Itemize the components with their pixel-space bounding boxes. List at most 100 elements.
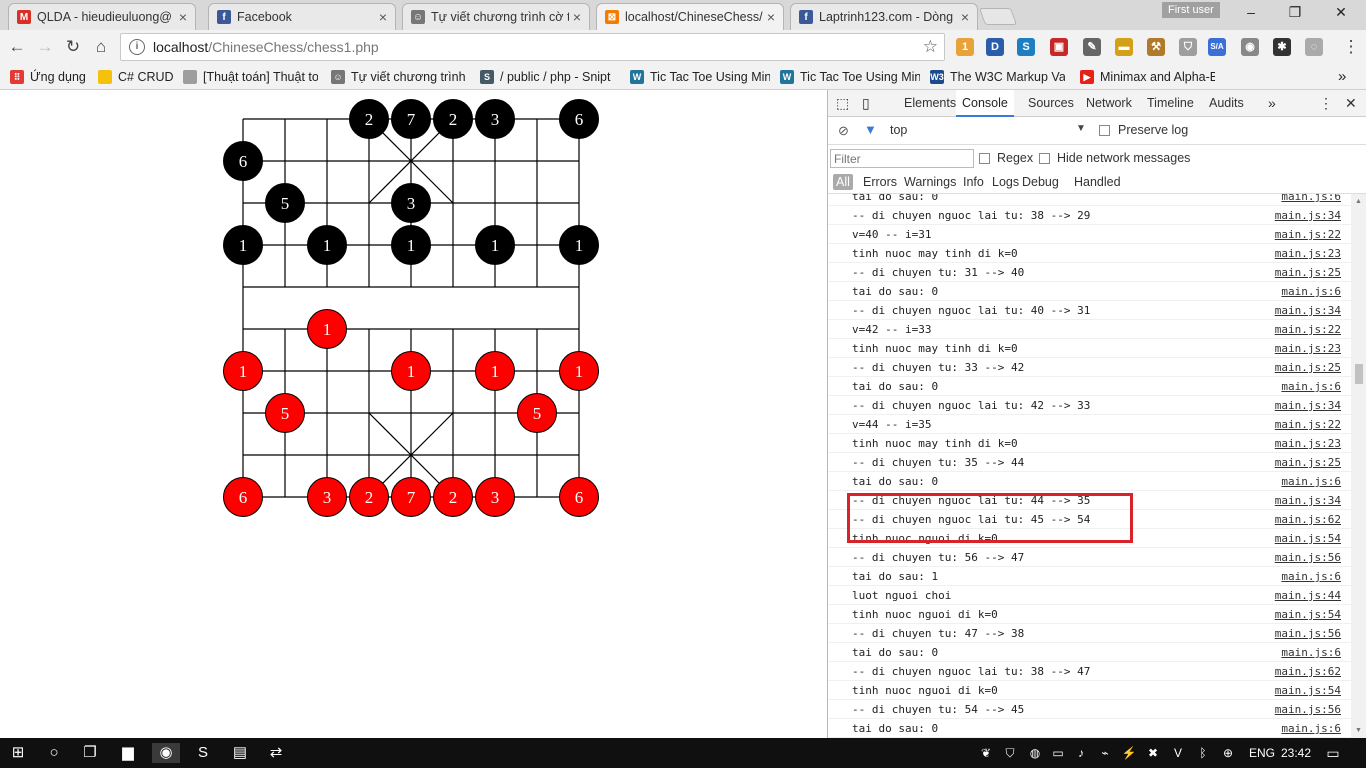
- console-source-link[interactable]: main.js:6: [1281, 377, 1341, 396]
- app-icon[interactable]: ▤: [230, 743, 250, 763]
- close-tab-icon[interactable]: ×: [573, 9, 581, 25]
- red-piece[interactable]: 6: [223, 477, 263, 517]
- scroll-up-icon[interactable]: ▲: [1355, 198, 1362, 205]
- skype-icon[interactable]: S: [193, 743, 213, 763]
- console-source-link[interactable]: main.js:6: [1281, 472, 1341, 491]
- black-piece[interactable]: 3: [391, 183, 431, 223]
- forward-button[interactable]: →: [34, 36, 56, 58]
- level-debug[interactable]: Debug: [1022, 175, 1059, 189]
- notification-center-icon[interactable]: ▭: [1325, 745, 1341, 761]
- console-source-link[interactable]: main.js:62: [1275, 510, 1341, 529]
- level-logs[interactable]: Logs: [992, 175, 1019, 189]
- red-piece[interactable]: 7: [391, 477, 431, 517]
- close-tab-icon[interactable]: ×: [767, 9, 775, 25]
- context-dropdown-icon[interactable]: ▼: [1076, 123, 1086, 134]
- console-source-link[interactable]: main.js:62: [1275, 662, 1341, 681]
- ext-ruler-icon[interactable]: ▬: [1115, 38, 1133, 56]
- console-source-link[interactable]: main.js:44: [1275, 586, 1341, 605]
- console-source-link[interactable]: main.js:54: [1275, 605, 1341, 624]
- tray-globe-icon[interactable]: ⊕: [1220, 745, 1236, 761]
- filter-icon[interactable]: ▼: [864, 122, 877, 137]
- black-piece[interactable]: 6: [559, 99, 599, 139]
- black-piece[interactable]: 7: [391, 99, 431, 139]
- console-source-link[interactable]: main.js:6: [1281, 567, 1341, 586]
- chrome-menu-icon[interactable]: ⋮: [1340, 36, 1362, 58]
- console-source-link[interactable]: main.js:34: [1275, 301, 1341, 320]
- devtools-more-tabs[interactable]: »: [1268, 90, 1276, 117]
- console-source-link[interactable]: main.js:34: [1275, 396, 1341, 415]
- address-bar[interactable]: i localhost/ChineseChess/chess1.php ☆: [120, 33, 945, 61]
- close-tab-icon[interactable]: ×: [379, 9, 387, 25]
- context-selector[interactable]: top: [890, 123, 907, 137]
- level-warnings[interactable]: Warnings: [904, 175, 956, 189]
- ext-hammer-icon[interactable]: ⚒: [1147, 38, 1165, 56]
- ext-d-icon[interactable]: D: [986, 38, 1004, 56]
- red-piece[interactable]: 5: [517, 393, 557, 433]
- black-piece[interactable]: 1: [475, 225, 515, 265]
- browser-tab[interactable]: ⊠ localhost/ChineseChess/ ×: [596, 3, 784, 30]
- red-piece[interactable]: 3: [307, 477, 347, 517]
- browser-tab[interactable]: f Laptrinh123.com - Dòng ×: [790, 3, 978, 30]
- console-source-link[interactable]: main.js:22: [1275, 320, 1341, 339]
- level-info[interactable]: Info: [963, 175, 984, 189]
- console-source-link[interactable]: main.js:25: [1275, 263, 1341, 282]
- scroll-down-icon[interactable]: ▼: [1355, 727, 1362, 734]
- red-piece[interactable]: 1: [559, 351, 599, 391]
- console-source-link[interactable]: main.js:56: [1275, 624, 1341, 643]
- console-source-link[interactable]: main.js:54: [1275, 681, 1341, 700]
- red-piece[interactable]: 2: [433, 477, 473, 517]
- bookmark-item[interactable]: W3 The W3C Markup Vali: [930, 68, 1065, 86]
- console-source-link[interactable]: main.js:56: [1275, 548, 1341, 567]
- level-errors[interactable]: Errors: [863, 175, 897, 189]
- black-piece[interactable]: 1: [307, 225, 347, 265]
- tray-network-icon[interactable]: ⌁: [1097, 745, 1113, 761]
- reload-button[interactable]: ↻: [62, 36, 84, 58]
- black-piece[interactable]: 2: [433, 99, 473, 139]
- close-tab-icon[interactable]: ×: [179, 9, 187, 25]
- ext-puzzle-icon[interactable]: ✱: [1273, 38, 1291, 56]
- more-bookmarks-button[interactable]: »: [1338, 67, 1346, 85]
- devtools-tab-network[interactable]: Network: [1086, 90, 1132, 117]
- console-source-link[interactable]: main.js:22: [1275, 415, 1341, 434]
- console-scrollbar[interactable]: ▲ ▼: [1351, 194, 1366, 738]
- maximize-button[interactable]: ❐: [1280, 4, 1310, 24]
- ext-sa-icon[interactable]: S/A: [1208, 38, 1226, 56]
- clear-console-icon[interactable]: ⊘: [838, 123, 849, 139]
- level-handled[interactable]: Handled: [1074, 175, 1121, 189]
- red-piece[interactable]: 1: [391, 351, 431, 391]
- close-window-button[interactable]: ✕: [1326, 4, 1356, 24]
- devtools-menu-icon[interactable]: ⋮: [1319, 90, 1333, 117]
- new-tab-button[interactable]: [978, 8, 1018, 25]
- tray-shield-icon[interactable]: ⛉: [1002, 745, 1018, 761]
- task-view-icon[interactable]: ❐: [80, 743, 100, 763]
- bookmark-item[interactable]: ☺ Tự viết chương trình c: [331, 68, 466, 86]
- windows-start-icon[interactable]: ⊞: [8, 743, 28, 763]
- teamviewer-icon[interactable]: ⇄: [266, 743, 286, 763]
- devtools-close-icon[interactable]: ✕: [1345, 90, 1357, 117]
- red-piece[interactable]: 1: [475, 351, 515, 391]
- profile-button[interactable]: First user: [1162, 2, 1220, 18]
- bookmark-star-icon[interactable]: ☆: [923, 37, 938, 57]
- console-source-link[interactable]: main.js:34: [1275, 491, 1341, 510]
- cortana-icon[interactable]: ○: [44, 743, 64, 763]
- regex-checkbox[interactable]: [979, 153, 990, 164]
- console-source-link[interactable]: main.js:6: [1281, 719, 1341, 738]
- minimize-button[interactable]: –: [1236, 4, 1266, 24]
- devtools-tab-sources[interactable]: Sources: [1028, 90, 1074, 117]
- console-source-link[interactable]: main.js:22: [1275, 225, 1341, 244]
- black-piece[interactable]: 5: [265, 183, 305, 223]
- black-piece[interactable]: 1: [391, 225, 431, 265]
- site-info-icon[interactable]: i: [129, 39, 145, 55]
- ext-globe-icon[interactable]: ◉: [1241, 38, 1259, 56]
- devtools-tab-audits[interactable]: Audits: [1209, 90, 1244, 117]
- black-piece[interactable]: 3: [475, 99, 515, 139]
- red-piece[interactable]: 1: [307, 309, 347, 349]
- bookmark-item[interactable]: [Thuật toán] Thuật to: [183, 68, 318, 86]
- devtools-tab-console[interactable]: Console: [956, 90, 1014, 117]
- chrome-icon[interactable]: ◉: [152, 743, 180, 763]
- language-indicator[interactable]: ENG: [1247, 745, 1277, 761]
- level-all[interactable]: All: [833, 174, 853, 190]
- preserve-log-checkbox[interactable]: [1099, 125, 1110, 136]
- device-toolbar-icon[interactable]: ▯: [862, 90, 870, 117]
- tray-battery-icon[interactable]: ▭: [1050, 745, 1066, 761]
